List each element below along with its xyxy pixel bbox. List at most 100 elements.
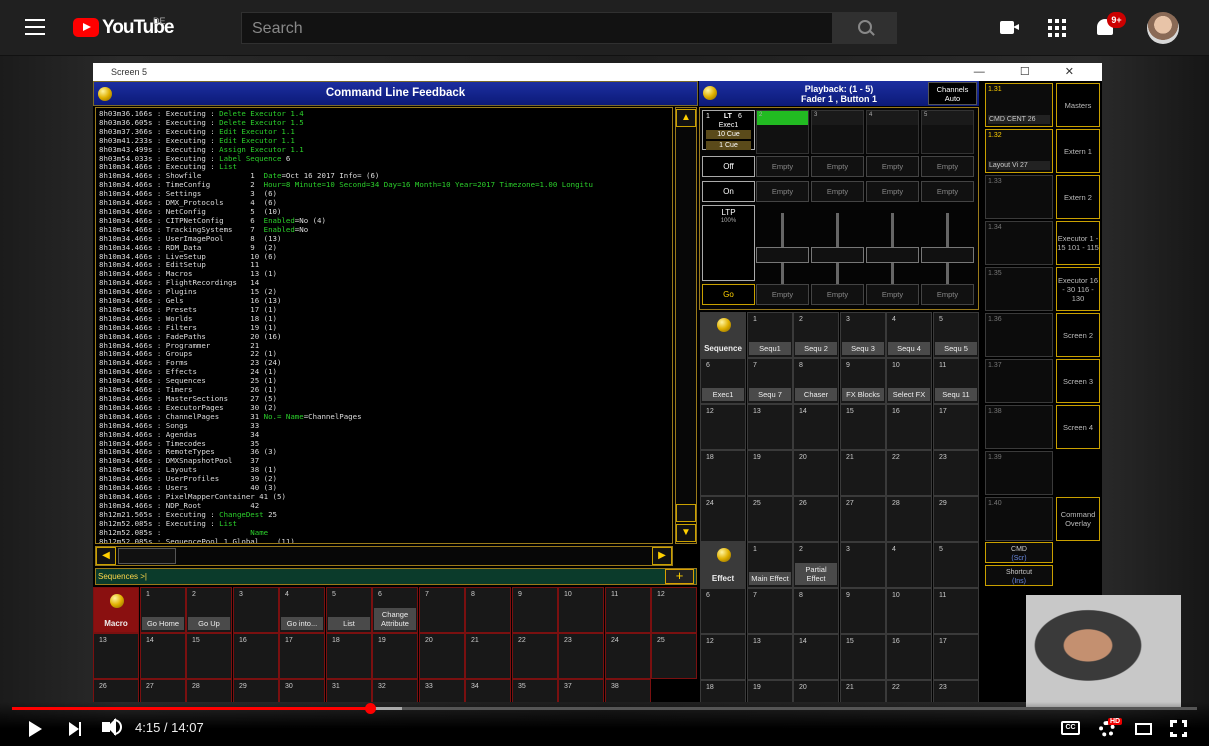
play-icon[interactable] xyxy=(29,721,42,737)
progress-bar[interactable] xyxy=(12,703,1197,714)
scroll-down-icon[interactable]: ▼ xyxy=(676,524,696,542)
view-button[interactable]: Masters xyxy=(1056,83,1100,127)
shortcut-button[interactable]: Shortcut (Ins) xyxy=(985,565,1053,586)
view-button[interactable]: Screen 3 xyxy=(1056,359,1100,403)
sequence-item[interactable]: 25 xyxy=(747,496,793,542)
effect-item[interactable]: 10 xyxy=(886,588,932,634)
sequence-item[interactable]: 17 xyxy=(933,404,979,450)
view-pool-item[interactable]: 1.36 xyxy=(985,313,1053,357)
view-pool-item[interactable]: 1.37 xyxy=(985,359,1053,403)
scroll-up-icon[interactable]: ▲ xyxy=(676,109,696,127)
sequence-item[interactable]: 20 xyxy=(793,450,839,496)
view-button[interactable]: Executor 16 - 30 116 - 130 xyxy=(1056,267,1100,311)
macro-item[interactable]: 34 xyxy=(465,679,511,702)
empty-button[interactable]: Empty xyxy=(921,156,974,177)
effect-item[interactable]: 6 xyxy=(700,588,746,634)
view-button[interactable]: Executor 1 - 15 101 - 115 xyxy=(1056,221,1100,265)
feedback-options-icon[interactable] xyxy=(98,87,112,101)
scroll-left-icon[interactable]: ◀ xyxy=(96,547,116,565)
macro-item[interactable]: 3 xyxy=(233,587,279,633)
sequence-item[interactable]: 10 Select FX xyxy=(886,358,932,404)
view-pool-item[interactable]: 1.34 xyxy=(985,221,1053,265)
sequence-item[interactable]: 11 Sequ 11 xyxy=(933,358,979,404)
macro-item[interactable]: 5 List xyxy=(326,587,372,633)
empty-button[interactable]: Empty xyxy=(756,284,809,305)
macro-item[interactable]: 19 xyxy=(372,633,418,679)
macro-item[interactable]: 18 xyxy=(326,633,372,679)
view-pool-item[interactable]: 1.40 xyxy=(985,497,1053,541)
macro-item[interactable]: 1 Go Home xyxy=(140,587,186,633)
view-pool-item[interactable]: 1.38 xyxy=(985,405,1053,449)
macro-item[interactable]: 35 xyxy=(512,679,558,702)
scrubber-handle[interactable] xyxy=(365,703,376,714)
macro-item[interactable]: 21 xyxy=(465,633,511,679)
effect-item[interactable]: 4 xyxy=(886,542,932,588)
view-pool-item[interactable]: 1.32 Layout Vi 27 xyxy=(985,129,1053,173)
empty-button[interactable]: Empty xyxy=(811,156,864,177)
sequence-item[interactable]: 13 xyxy=(747,404,793,450)
macro-item[interactable]: 23 xyxy=(558,633,604,679)
channels-auto-toggle[interactable]: Channels Auto xyxy=(928,82,977,105)
macro-item[interactable]: 20 xyxy=(419,633,465,679)
empty-button[interactable]: Empty xyxy=(811,181,864,202)
command-feedback-log[interactable]: 8h03m36.166s : Executing : Delete Execut… xyxy=(95,107,673,544)
sequence-item[interactable]: 14 xyxy=(793,404,839,450)
volume-icon[interactable] xyxy=(102,718,116,736)
sequence-item[interactable]: 29 xyxy=(933,496,979,542)
sequence-pool-header[interactable]: Sequence xyxy=(700,312,746,358)
macro-item[interactable]: 26 xyxy=(93,679,139,702)
effect-item[interactable]: 5 xyxy=(933,542,979,588)
macro-item[interactable]: 13 xyxy=(93,633,139,679)
fader-knob[interactable] xyxy=(811,247,864,263)
macro-item[interactable]: 27 xyxy=(140,679,186,702)
macro-item[interactable]: 29 xyxy=(233,679,279,702)
view-button[interactable]: Extern 1 xyxy=(1056,129,1100,173)
effect-item[interactable]: 12 xyxy=(700,634,746,680)
sequence-item[interactable]: 28 xyxy=(886,496,932,542)
fader[interactable] xyxy=(921,213,974,293)
effect-item[interactable]: 20 xyxy=(793,680,839,702)
macro-item[interactable]: 7 xyxy=(419,587,465,633)
macro-item[interactable]: 15 xyxy=(186,633,232,679)
empty-button[interactable]: Empty xyxy=(866,284,919,305)
sequence-item[interactable]: 15 xyxy=(840,404,886,450)
macro-item[interactable]: 9 xyxy=(512,587,558,633)
macro-item[interactable]: 24 xyxy=(605,633,651,679)
log-horizontal-scrollbar[interactable]: ◀ ▶ xyxy=(95,546,673,566)
fader-knob[interactable] xyxy=(866,247,919,263)
effect-item[interactable]: 3 xyxy=(840,542,886,588)
sequence-item[interactable]: 19 xyxy=(747,450,793,496)
fader[interactable] xyxy=(811,213,864,293)
view-pool-item[interactable]: 1.33 xyxy=(985,175,1053,219)
on-button[interactable]: On xyxy=(702,181,755,202)
view-button[interactable]: Extern 2 xyxy=(1056,175,1100,219)
sequence-item[interactable]: 1 Sequ1 xyxy=(747,312,793,358)
menu-icon[interactable] xyxy=(25,19,45,35)
command-line-input[interactable]: Sequences >| xyxy=(95,568,697,585)
theater-mode-icon[interactable] xyxy=(1135,723,1152,735)
effect-pool-header[interactable]: Effect xyxy=(700,542,746,588)
sequence-item[interactable]: 16 xyxy=(886,404,932,450)
effect-item[interactable]: 9 xyxy=(840,588,886,634)
view-button[interactable]: Screen 2 xyxy=(1056,313,1100,357)
youtube-logo-icon[interactable] xyxy=(73,18,99,37)
ltp-fader[interactable]: LTP 100% xyxy=(702,205,755,281)
macro-item[interactable]: 33 xyxy=(419,679,465,702)
add-icon[interactable]: + xyxy=(665,569,694,584)
effect-item[interactable]: 7 xyxy=(747,588,793,634)
sequence-item[interactable]: 22 xyxy=(886,450,932,496)
create-video-icon[interactable] xyxy=(1000,21,1019,34)
effect-item[interactable]: 23 xyxy=(933,680,979,702)
macro-item[interactable]: 37 xyxy=(558,679,604,702)
effect-item[interactable]: 22 xyxy=(886,680,932,702)
effect-item[interactable]: 2 Partial Effect xyxy=(793,542,839,588)
executor-slot[interactable]: 2 xyxy=(756,110,809,154)
sequence-item[interactable]: 2 Sequ 2 xyxy=(793,312,839,358)
apps-grid-icon[interactable] xyxy=(1048,19,1066,37)
executor-slot[interactable]: 3 xyxy=(811,110,864,154)
view-pool-item[interactable]: 1.31 CMD CENT 26 xyxy=(985,83,1053,127)
search-input[interactable]: Search xyxy=(241,12,833,44)
empty-button[interactable]: Empty xyxy=(756,156,809,177)
macro-item[interactable]: 12 xyxy=(651,587,697,633)
sequence-item[interactable]: 9 FX Blocks xyxy=(840,358,886,404)
